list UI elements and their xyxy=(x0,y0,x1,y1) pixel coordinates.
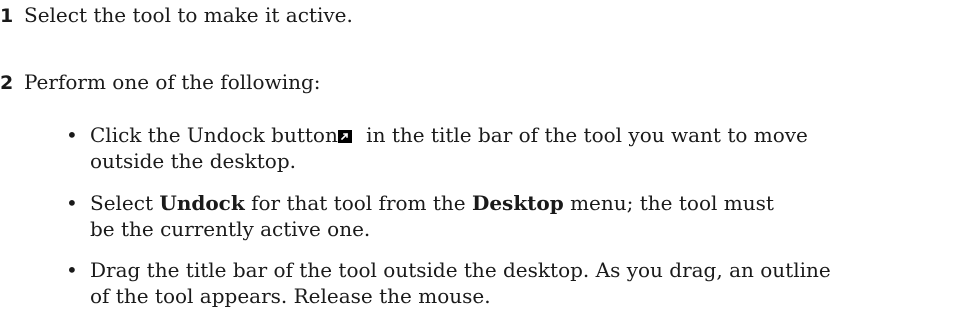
bullet-text-segment: for that tool from the xyxy=(244,191,472,215)
bullet-line: outside the desktop. xyxy=(90,149,296,173)
undock-icon xyxy=(337,123,352,143)
bullet-text: Select Undock for that tool from the Des… xyxy=(90,190,970,242)
bullet-line: Drag the title bar of the tool outside t… xyxy=(90,258,831,282)
bullet-text: Drag the title bar of the tool outside t… xyxy=(90,257,970,309)
step-text: Select the tool to make it active. xyxy=(24,3,353,27)
bullet-dot: • xyxy=(66,191,78,215)
bullet-text-segment: Click the Undock button xyxy=(90,123,338,147)
bullet-text-segment: in the title bar of the tool you want to… xyxy=(359,123,808,147)
bullet-text-segment: menu; the tool must xyxy=(563,191,774,215)
bullet-line: Select Undock for that tool from the Des… xyxy=(90,190,970,216)
bullet-text: Click the Undock button in the title bar… xyxy=(90,122,970,174)
step-1: 1 Select the tool to make it active. xyxy=(0,2,353,29)
bullet-line: Click the Undock button in the title bar… xyxy=(90,122,970,148)
menu-name-desktop: Desktop xyxy=(471,191,564,215)
bullet-line: of the tool appears. Release the mouse. xyxy=(90,284,491,308)
menu-item-undock: Undock xyxy=(159,191,245,215)
bullet-line: be the currently active one. xyxy=(90,217,371,241)
bullet-text-segment: Select xyxy=(90,191,160,215)
step-text: Perform one of the following: xyxy=(24,70,321,94)
bullet-dot: • xyxy=(66,258,78,282)
step-number: 2 xyxy=(0,72,14,94)
step-number: 1 xyxy=(0,5,14,27)
step-2: 2 Perform one of the following: xyxy=(0,69,321,96)
bullet-dot: • xyxy=(66,123,78,147)
